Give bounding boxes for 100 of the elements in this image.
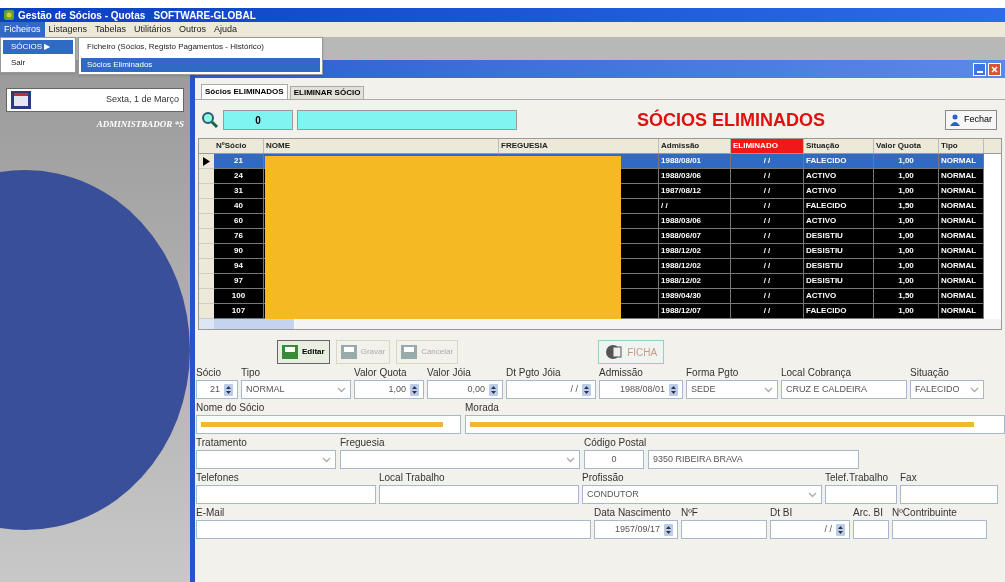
input-field[interactable]: CRUZ E CALDEIRA bbox=[781, 380, 907, 399]
field-label: Telef.Trabalho bbox=[825, 471, 889, 485]
spin-field[interactable]: 21 bbox=[196, 380, 238, 399]
table-cell: 90 bbox=[214, 244, 264, 259]
spin-field[interactable]: 1988/08/01 bbox=[599, 380, 683, 399]
dropdown-caret-icon[interactable] bbox=[322, 455, 331, 464]
table-cell: ACTIVO bbox=[804, 214, 874, 229]
dropdown-field[interactable] bbox=[340, 450, 580, 469]
input-field[interactable] bbox=[196, 520, 591, 539]
scroll-left-button[interactable] bbox=[199, 319, 214, 329]
input-field[interactable] bbox=[465, 415, 1005, 434]
spinner-arrows-icon[interactable] bbox=[669, 383, 678, 396]
table-cell: NORMAL bbox=[939, 304, 984, 319]
dropdown-caret-icon[interactable] bbox=[970, 385, 979, 394]
menu-item[interactable]: Ajuda bbox=[210, 22, 242, 37]
table-cell: 21 bbox=[214, 154, 264, 169]
table-cell: / / bbox=[731, 184, 804, 199]
spinner-arrows-icon[interactable] bbox=[664, 523, 673, 536]
field-label: Valor Jóia bbox=[427, 366, 472, 380]
spinner-arrows-icon[interactable] bbox=[410, 383, 419, 396]
spinner-arrows-icon[interactable] bbox=[224, 383, 233, 396]
table-cell: FALECIDO bbox=[804, 154, 874, 169]
table-cell: 1,50 bbox=[874, 289, 939, 304]
spin-field[interactable]: 1,00 bbox=[354, 380, 424, 399]
row-pointer-icon bbox=[203, 156, 210, 166]
spin-field[interactable]: / / bbox=[770, 520, 850, 539]
field-label: Situação bbox=[910, 366, 950, 380]
table-cell: NORMAL bbox=[939, 274, 984, 289]
menu-entry[interactable]: Sócios Eliminados bbox=[81, 58, 320, 72]
column-header[interactable]: NºSócio bbox=[214, 139, 264, 153]
input-field[interactable]: 0 bbox=[584, 450, 644, 469]
menu-entry[interactable]: Ficheiro (Sócios, Registo Pagamentos - Histórico) bbox=[81, 40, 320, 54]
dropdown-field[interactable]: SEDE bbox=[686, 380, 778, 399]
menu-item[interactable]: Outros bbox=[175, 22, 211, 37]
column-header[interactable]: Tipo bbox=[939, 139, 984, 153]
column-header[interactable]: FREGUESIA bbox=[499, 139, 659, 153]
menu-item[interactable]: Listagens bbox=[44, 22, 92, 37]
table-cell: DESISTIU bbox=[804, 244, 874, 259]
floppy-icon bbox=[401, 345, 418, 359]
table-cell: 1,00 bbox=[874, 244, 939, 259]
search-text-field[interactable] bbox=[297, 110, 517, 130]
field-label: Dt Pgto Jóia bbox=[506, 366, 562, 380]
table-cell: / / bbox=[731, 259, 804, 274]
table-cell: 1988/12/02 bbox=[659, 274, 731, 289]
spin-field[interactable]: 0,00 bbox=[427, 380, 503, 399]
input-field[interactable] bbox=[825, 485, 897, 504]
dropdown-caret-icon[interactable] bbox=[337, 385, 346, 394]
input-field[interactable] bbox=[853, 520, 889, 539]
close-form-button[interactable]: Fechar bbox=[945, 110, 997, 130]
input-field[interactable] bbox=[196, 485, 376, 504]
dropdown-caret-icon[interactable] bbox=[764, 385, 773, 394]
column-header[interactable]: NOME bbox=[264, 139, 499, 153]
table-cell: 1988/03/06 bbox=[659, 169, 731, 184]
action-button[interactable]: Editar bbox=[277, 340, 330, 364]
close-button[interactable] bbox=[988, 62, 1001, 76]
column-header[interactable]: Situação bbox=[804, 139, 874, 153]
input-field[interactable]: 9350 RIBEIRA BRAVA bbox=[648, 450, 859, 469]
input-field[interactable] bbox=[379, 485, 579, 504]
table-cell: NORMAL bbox=[939, 259, 984, 274]
tab[interactable]: ELIMINAR SÓCIO bbox=[289, 86, 365, 99]
table-cell: 1,00 bbox=[874, 184, 939, 199]
menu-entry[interactable]: SÓCIOS ▶ bbox=[3, 40, 73, 54]
table-cell: / / bbox=[731, 169, 804, 184]
menu-item[interactable]: Tabelas bbox=[91, 22, 131, 37]
scrollbar-thumb[interactable] bbox=[214, 319, 294, 329]
dropdown-caret-icon[interactable] bbox=[566, 455, 575, 464]
column-header[interactable]: ELIMINADO bbox=[731, 139, 804, 153]
row-header[interactable] bbox=[199, 154, 214, 169]
column-header[interactable]: Valor Quota bbox=[874, 139, 939, 153]
spin-field[interactable]: / / bbox=[506, 380, 596, 399]
dropdown-field[interactable]: FALECIDO bbox=[910, 380, 984, 399]
horizontal-scrollbar[interactable] bbox=[199, 319, 1001, 329]
table-cell: ACTIVO bbox=[804, 169, 874, 184]
minimize-button[interactable] bbox=[973, 62, 986, 76]
search-field[interactable]: 0 bbox=[223, 110, 293, 130]
menu-item[interactable]: Utilitários bbox=[130, 22, 176, 37]
menu-item[interactable]: Ficheiros bbox=[0, 22, 45, 37]
spinner-arrows-icon[interactable] bbox=[836, 523, 845, 536]
dropdown-field[interactable] bbox=[196, 450, 336, 469]
input-field[interactable] bbox=[892, 520, 987, 539]
spin-field[interactable]: 1957/09/17 bbox=[594, 520, 678, 539]
dropdown-caret-icon[interactable] bbox=[808, 490, 817, 499]
dropdown-field[interactable]: NORMAL bbox=[241, 380, 351, 399]
menu-entry[interactable]: Sair bbox=[3, 56, 73, 70]
input-field[interactable] bbox=[196, 415, 461, 434]
table-cell: 60 bbox=[214, 214, 264, 229]
field-label: Tratamento bbox=[196, 436, 248, 450]
field-label: Nome do Sócio bbox=[196, 401, 266, 415]
table-cell: 1987/08/12 bbox=[659, 184, 731, 199]
field-label: Admissão bbox=[599, 366, 644, 380]
tab[interactable]: Sócios ELIMINADOS bbox=[201, 84, 288, 99]
table-cell: NORMAL bbox=[939, 184, 984, 199]
field-label: NºContribuinte bbox=[892, 506, 958, 520]
spinner-arrows-icon[interactable] bbox=[582, 383, 591, 396]
input-field[interactable] bbox=[900, 485, 998, 504]
table-cell: NORMAL bbox=[939, 154, 984, 169]
spinner-arrows-icon[interactable] bbox=[489, 383, 498, 396]
input-field[interactable] bbox=[681, 520, 767, 539]
dropdown-field[interactable]: CONDUTOR bbox=[582, 485, 822, 504]
search-icon[interactable] bbox=[201, 111, 219, 129]
